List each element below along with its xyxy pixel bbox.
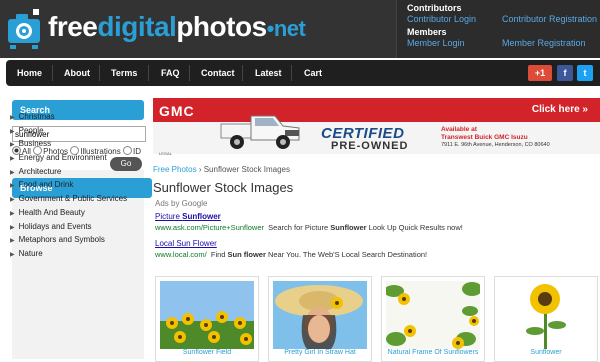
radio-label: ID xyxy=(132,147,141,156)
category-label: People xyxy=(18,125,44,135)
category-label: Nature xyxy=(18,248,43,258)
ad-desc-bold: Sunflower xyxy=(330,223,367,232)
text-ad-title[interactable]: Picture Sunflower xyxy=(155,212,221,221)
category-item[interactable]: ▶ Christmas xyxy=(10,110,134,124)
category-item[interactable]: ▶ Nature xyxy=(10,247,134,261)
ad-desc: Near You. The Web'S Local Search Destina… xyxy=(265,250,428,259)
category-item[interactable]: ▶ People xyxy=(10,124,134,138)
category-label: Energy and Environment xyxy=(18,153,107,163)
category-item[interactable]: ▶ Food and Drink xyxy=(10,178,134,192)
breadcrumb: Free Photos › Sunflower Stock Images xyxy=(153,165,290,174)
twitter-icon[interactable]: t xyxy=(577,65,593,81)
breadcrumb-separator: › xyxy=(198,165,202,174)
ad-title-text: Local Sun Flower xyxy=(155,239,217,248)
ad-desc-bold: Sun flower xyxy=(227,250,266,259)
text-ad-title[interactable]: Local Sun Flower xyxy=(155,239,217,248)
ad-desc: Find xyxy=(210,250,228,259)
thumbnail-card[interactable]: Natural Frame Of Sunflowers xyxy=(381,276,485,362)
nav-about[interactable]: About xyxy=(64,60,90,86)
nav-divider xyxy=(99,65,100,81)
nav-faq[interactable]: FAQ xyxy=(161,60,180,86)
thumbnail-caption[interactable]: Sunflower xyxy=(495,349,597,356)
site-logo-text[interactable]: freedigitalphotos•net xyxy=(48,11,306,44)
facebook-icon[interactable]: f xyxy=(557,65,573,81)
logo-photos: photos xyxy=(176,11,267,42)
text-ad-line: www.local.com/ Find Sun flower Near You.… xyxy=(155,250,427,259)
main-nav: Home About Terms FAQ Contact Latest Cart… xyxy=(6,60,600,86)
nav-contact[interactable]: Contact xyxy=(201,60,235,86)
single-sunflower-image xyxy=(499,281,593,349)
ad-desc: Look Up Quick Results now! xyxy=(366,223,463,232)
thumbnail-caption[interactable]: Pretty Girl In Straw Hat xyxy=(269,349,371,356)
breadcrumb-home-link[interactable]: Free Photos xyxy=(153,165,197,174)
category-item[interactable]: ▶ Metaphors and Symbols xyxy=(10,233,134,247)
category-item[interactable]: ▶ Holidays and Events xyxy=(10,220,134,234)
nav-divider xyxy=(189,65,190,81)
category-item[interactable]: ▶ Architecture xyxy=(10,165,134,179)
ad-title-bold: Sunflower xyxy=(182,212,221,221)
member-login-link[interactable]: Member Login xyxy=(407,38,465,48)
ad-available-at: Available at xyxy=(441,126,477,133)
sunflower-field-image xyxy=(160,281,254,349)
gmc-ad-banner[interactable]: GMC Click here » LEGAL CERTIFIED PRE-OWN… xyxy=(153,98,600,156)
ad-title-text: Picture xyxy=(155,212,183,221)
contributor-registration-link[interactable]: Contributor Registration xyxy=(502,14,597,24)
site-header: freedigitalphotos•net Contributors Contr… xyxy=(0,0,600,58)
nav-cart[interactable]: Cart xyxy=(304,60,322,86)
nav-divider xyxy=(148,65,149,81)
category-item[interactable]: ▶ Government & Public Services xyxy=(10,192,134,206)
category-label: Holidays and Events xyxy=(18,221,92,231)
page-title: Sunflower Stock Images xyxy=(153,180,294,195)
ad-dealer: Transwest Buick GMC Isuzu xyxy=(441,134,528,141)
category-label: Christmas xyxy=(18,112,55,121)
ad-click-here[interactable]: Click here » xyxy=(532,104,588,115)
thumbnail-card[interactable]: Sunflower Field xyxy=(155,276,259,362)
category-label: Business xyxy=(18,139,52,149)
pickup-truck-image xyxy=(220,115,300,149)
nav-divider xyxy=(52,65,53,81)
ad-desc: Search for Picture xyxy=(268,223,331,232)
logo-net: •net xyxy=(266,16,306,41)
member-registration-link[interactable]: Member Registration xyxy=(502,38,586,48)
ad-url[interactable]: www.local.com/ xyxy=(155,250,207,259)
account-panel: Contributors Contributor Login Contribut… xyxy=(396,0,600,58)
arrow-right-icon: ▶ xyxy=(10,251,15,258)
breadcrumb-current: Sunflower Stock Images xyxy=(203,165,290,174)
logo-digital: digital xyxy=(97,11,177,42)
category-label: Food and Drink xyxy=(18,180,74,190)
nav-divider xyxy=(291,65,292,81)
nav-divider xyxy=(242,65,243,81)
camera-logo-icon[interactable] xyxy=(6,5,42,49)
ad-pre-owned: PRE-OWNED xyxy=(331,140,409,152)
thumbnail-card[interactable]: Sunflower xyxy=(494,276,598,362)
nav-home[interactable]: Home xyxy=(17,60,42,86)
category-label: Government & Public Services xyxy=(18,194,128,204)
google-plus-icon[interactable]: +1 xyxy=(528,65,552,81)
girl-straw-hat-image xyxy=(273,281,367,349)
contributor-login-link[interactable]: Contributor Login xyxy=(407,14,476,24)
ad-address: 7911 E. 96th Avenue, Henderson, CO 80640 xyxy=(441,142,550,148)
nav-latest[interactable]: Latest xyxy=(255,60,282,86)
thumbnail-card[interactable]: Pretty Girl In Straw Hat xyxy=(268,276,372,362)
contributors-heading: Contributors xyxy=(407,3,462,13)
category-item[interactable]: ▶ Business xyxy=(10,137,134,151)
ad-availability: Available at Transwest Buick GMC Isuzu xyxy=(441,126,528,142)
category-list: ▶ Christmas ▶ People ▶ Business ▶ Energy and… xyxy=(10,110,134,261)
ad-url[interactable]: www.ask.com/Picture+Sunflower xyxy=(155,223,264,232)
sunflower-frame-image xyxy=(386,281,480,349)
ad-legal: LEGAL xyxy=(159,151,172,156)
category-item[interactable]: ▶ Energy and Environment xyxy=(10,151,134,165)
thumbnail-caption[interactable]: Natural Frame Of Sunflowers xyxy=(382,349,484,356)
members-heading: Members xyxy=(407,27,447,37)
ads-by-google: Ads by Google xyxy=(155,199,208,208)
category-label: Health And Beauty xyxy=(18,207,85,217)
category-label: Architecture xyxy=(18,166,62,176)
logo-free: free xyxy=(48,11,98,42)
text-ad-line: www.ask.com/Picture+Sunflower Search for… xyxy=(155,223,463,232)
thumbnail-caption[interactable]: Sunflower Field xyxy=(156,349,258,356)
gmc-brand: GMC xyxy=(159,103,195,119)
nav-terms[interactable]: Terms xyxy=(111,60,137,86)
category-label: Metaphors and Symbols xyxy=(18,235,105,245)
category-item[interactable]: ▶ Health And Beauty xyxy=(10,206,134,220)
